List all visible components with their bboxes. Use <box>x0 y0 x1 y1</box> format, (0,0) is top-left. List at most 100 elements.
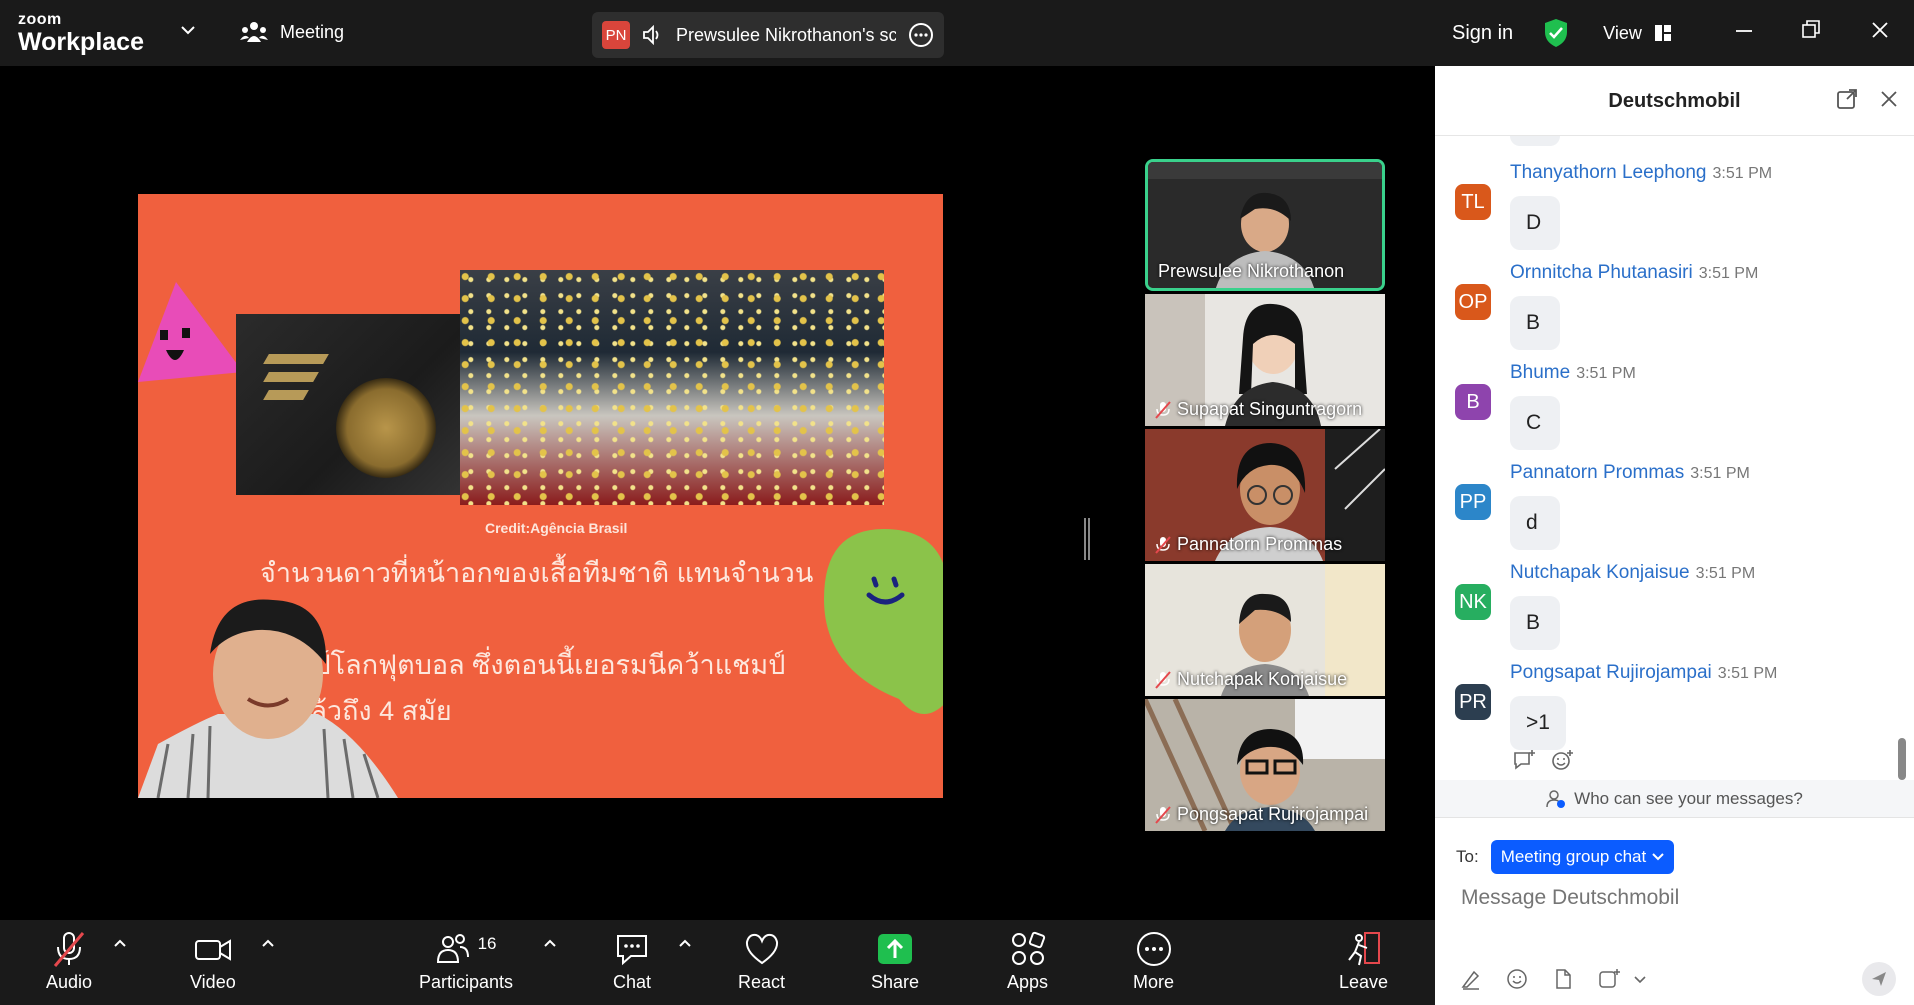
avatar: B <box>1455 384 1491 420</box>
message-sender: Thanyathorn Leephong 3:51 PM <box>1510 162 1773 183</box>
view-label: View <box>1603 22 1642 43</box>
photo-credit: Credit:Agência Brasil <box>485 520 628 536</box>
chat-scrollbar[interactable] <box>1898 738 1906 780</box>
message-sender: Bhume 3:51 PM <box>1510 362 1636 383</box>
view-button[interactable]: View <box>1603 23 1672 44</box>
message-bubble[interactable]: B <box>1510 296 1560 350</box>
screen-share-indicator[interactable]: PN Prewsulee Nikrothanon's scr <box>592 12 944 58</box>
brand-bottom: Workplace <box>18 28 144 56</box>
pink-triangle-character <box>138 282 243 382</box>
green-blob-character <box>824 529 943 714</box>
avatar: OP <box>1455 284 1491 320</box>
heart-icon <box>745 933 778 965</box>
shield-check-icon[interactable] <box>1543 18 1569 48</box>
meeting-icon <box>240 22 268 42</box>
message-bubble[interactable]: B <box>1510 596 1560 650</box>
video-label: Video <box>190 972 236 992</box>
emoji-icon[interactable] <box>1506 968 1528 990</box>
participant-name: Nutchapak Konjaisue <box>1155 669 1347 690</box>
add-reaction-icon[interactable] <box>1550 749 1574 771</box>
mic-muted-icon <box>1155 805 1171 824</box>
participant-tile[interactable]: Nutchapak Konjaisue <box>1145 564 1385 696</box>
brand-top: zoom <box>18 11 62 28</box>
chat-message: NK Nutchapak Konjaisue 3:51 PM B <box>1455 556 1885 656</box>
message-time: 3:51 PM <box>1690 465 1750 482</box>
speaker-icon <box>643 25 659 45</box>
who-can-see-link[interactable]: Who can see your messages? <box>1435 780 1914 818</box>
video-button[interactable]: Video <box>190 930 236 993</box>
recipient-dropdown[interactable]: Meeting group chat <box>1490 840 1675 874</box>
participant-name: Pannatorn Prommas <box>1155 534 1342 555</box>
zoom-logo: zoom Workplace <box>18 12 144 55</box>
sign-in-link[interactable]: Sign in <box>1452 22 1513 45</box>
avatar: PR <box>1455 684 1491 720</box>
message-list[interactable]: TL Thanyathorn Leephong 3:51 PM D OP Ornn… <box>1435 136 1914 780</box>
participant-name: Supapat Singuntragorn <box>1155 399 1362 420</box>
chevron-down-icon <box>1652 853 1664 861</box>
more-options-icon[interactable] <box>908 22 934 48</box>
audio-button[interactable]: Audio <box>46 930 92 993</box>
pop-out-icon[interactable] <box>1836 88 1858 110</box>
chevron-down-icon[interactable] <box>180 24 196 36</box>
avatar: NK <box>1455 584 1491 620</box>
chevron-up-icon[interactable] <box>113 938 127 948</box>
close-chat-icon[interactable] <box>1878 88 1900 110</box>
mic-muted-icon <box>1155 400 1171 419</box>
recipient-value: Meeting group chat <box>1500 847 1647 866</box>
reply-icon[interactable] <box>1512 749 1536 771</box>
restore-icon[interactable] <box>1801 16 1821 46</box>
send-button[interactable] <box>1862 962 1896 996</box>
react-button[interactable]: React <box>738 930 785 993</box>
chevron-down-icon[interactable] <box>1634 974 1646 984</box>
screenshot-icon[interactable] <box>1598 968 1620 990</box>
message-bubble[interactable]: d <box>1510 496 1560 550</box>
minimize-icon[interactable] <box>1734 16 1754 46</box>
video-camera-icon <box>194 939 231 961</box>
jersey-photo <box>236 314 460 495</box>
participant-tile[interactable]: Pongsapat Rujirojampai <box>1145 699 1385 831</box>
chat-button[interactable]: Chat <box>613 930 651 993</box>
participant-name: Prewsulee Nikrothanon <box>1158 261 1345 281</box>
apps-button[interactable]: Apps <box>1007 930 1048 993</box>
share-text: Prewsulee Nikrothanon's scr <box>676 24 896 45</box>
meeting-menu[interactable]: Meeting <box>240 20 344 44</box>
panel-resize-handle[interactable] <box>1084 518 1090 560</box>
send-icon <box>1872 972 1886 986</box>
shared-slide: Credit:Agência Brasil จำนวนดาวที่หน้าอกข… <box>138 194 943 798</box>
leave-button[interactable]: Leave <box>1339 930 1388 993</box>
chat-message: B Bhume 3:51 PM C <box>1455 356 1885 456</box>
share-button[interactable]: Share <box>871 930 919 993</box>
participants-label: Participants <box>419 972 514 992</box>
person-visibility-icon <box>1546 789 1566 808</box>
participant-tile[interactable]: Pannatorn Prommas <box>1145 429 1385 561</box>
chat-header: Deutschmobil <box>1435 66 1914 136</box>
file-icon[interactable] <box>1552 968 1574 990</box>
participants-button[interactable]: 16 Participants <box>419 930 513 993</box>
message-bubble[interactable]: C <box>1510 396 1560 450</box>
presenter-video-cutout <box>138 599 398 798</box>
message-input[interactable] <box>1461 886 1881 910</box>
chevron-up-icon[interactable] <box>543 938 557 948</box>
message-bubble[interactable]: >1 <box>1510 696 1566 750</box>
chevron-up-icon[interactable] <box>261 938 275 948</box>
participant-tile[interactable]: Supapat Singuntragorn <box>1145 294 1385 426</box>
leave-door-icon <box>1347 932 1380 966</box>
close-window-icon[interactable] <box>1870 16 1890 46</box>
avatar: TL <box>1455 184 1491 220</box>
chat-label: Chat <box>613 972 652 992</box>
apps-label: Apps <box>1007 972 1049 992</box>
mic-muted-icon <box>1155 670 1171 689</box>
leave-label: Leave <box>1339 972 1389 992</box>
participant-tile[interactable]: Prewsulee Nikrothanon <box>1145 159 1385 291</box>
message-time: 3:51 PM <box>1576 365 1636 382</box>
share-screen-icon <box>878 934 913 964</box>
celebration-photo <box>460 270 884 505</box>
message-bubble[interactable]: D <box>1510 196 1560 250</box>
previous-message-bubble <box>1510 136 1560 146</box>
chevron-up-icon[interactable] <box>678 938 692 948</box>
format-text-icon[interactable] <box>1460 968 1482 990</box>
chat-message: PR Pongsapat Rujirojampai 3:51 PM >1 <box>1455 656 1885 756</box>
participants-icon <box>436 934 469 963</box>
more-button[interactable]: More <box>1133 930 1174 993</box>
message-time: 3:51 PM <box>1717 665 1778 682</box>
